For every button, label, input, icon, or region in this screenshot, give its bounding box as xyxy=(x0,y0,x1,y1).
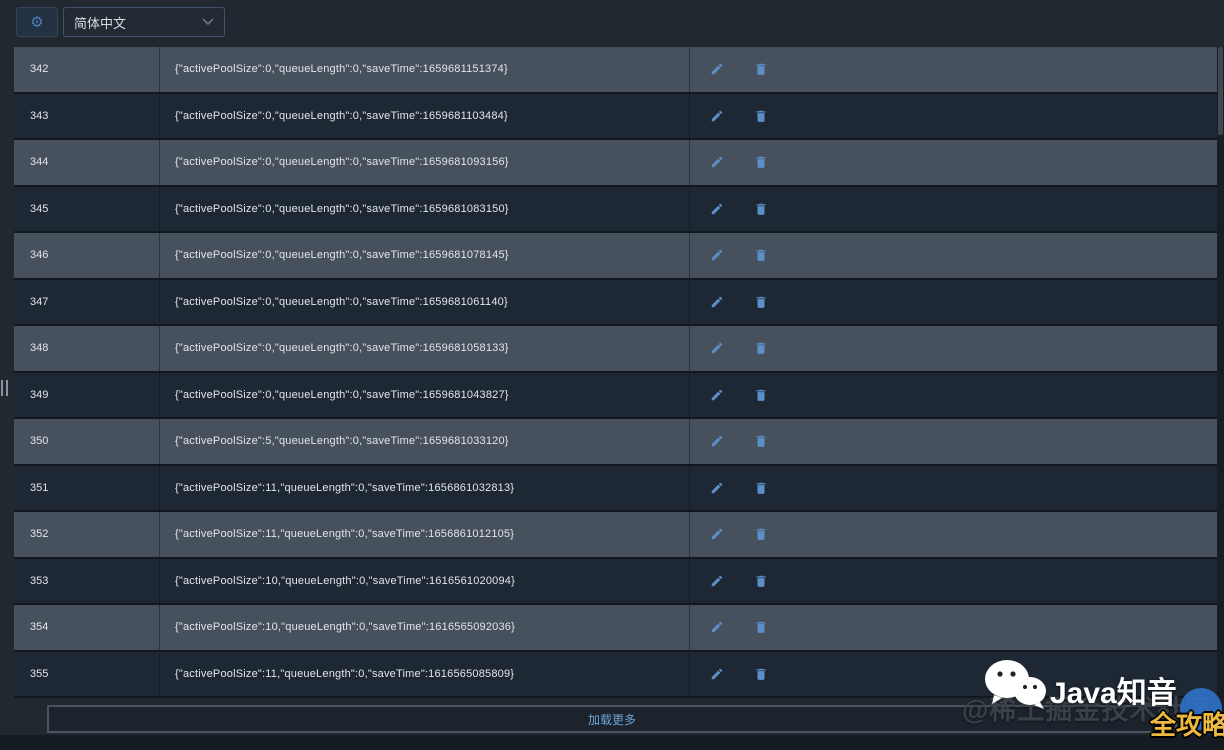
row-actions-cell xyxy=(690,419,1217,464)
row-actions-cell xyxy=(690,140,1217,185)
row-actions-cell xyxy=(690,326,1217,371)
row-actions-cell xyxy=(690,512,1217,557)
row-payload-cell: {"activePoolSize":0,"queueLength":0,"sav… xyxy=(160,326,690,371)
table-row: 352 {"activePoolSize":11,"queueLength":0… xyxy=(14,512,1217,559)
row-payload-cell: {"activePoolSize":11,"queueLength":0,"sa… xyxy=(160,466,690,511)
row-id-cell: 351 xyxy=(14,466,160,511)
row-payload-cell: {"activePoolSize":0,"queueLength":0,"sav… xyxy=(160,140,690,185)
edit-icon[interactable] xyxy=(710,667,724,681)
panel-resize-handle[interactable] xyxy=(1,378,9,398)
scrollbar-thumb[interactable] xyxy=(1218,47,1223,135)
edit-icon[interactable] xyxy=(710,341,724,355)
table-row: 344 {"activePoolSize":0,"queueLength":0,… xyxy=(14,140,1217,187)
table-row: 342 {"activePoolSize":0,"queueLength":0,… xyxy=(14,47,1217,94)
table-row: 348 {"activePoolSize":0,"queueLength":0,… xyxy=(14,326,1217,373)
row-actions-cell xyxy=(690,559,1217,604)
row-payload-cell: {"activePoolSize":10,"queueLength":0,"sa… xyxy=(160,559,690,604)
delete-icon[interactable] xyxy=(754,620,768,634)
edit-icon[interactable] xyxy=(710,62,724,76)
row-actions-cell xyxy=(690,373,1217,418)
row-payload-cell: {"activePoolSize":11,"queueLength":0,"sa… xyxy=(160,652,690,697)
delete-icon[interactable] xyxy=(754,341,768,355)
edit-icon[interactable] xyxy=(710,388,724,402)
delete-icon[interactable] xyxy=(754,155,768,169)
table-row: 349 {"activePoolSize":0,"queueLength":0,… xyxy=(14,373,1217,420)
row-actions-cell xyxy=(690,466,1217,511)
load-more-label: 加载更多 xyxy=(588,711,636,728)
row-actions-cell xyxy=(690,605,1217,650)
row-id-cell: 343 xyxy=(14,94,160,139)
row-id-cell: 344 xyxy=(14,140,160,185)
toolbar: ⚙ 简体中文 xyxy=(16,7,225,37)
row-id-cell: 345 xyxy=(14,187,160,232)
row-id-cell: 342 xyxy=(14,47,160,92)
row-payload-cell: {"activePoolSize":0,"queueLength":0,"sav… xyxy=(160,280,690,325)
delete-icon[interactable] xyxy=(754,248,768,262)
load-more-button[interactable]: 加载更多 xyxy=(47,705,1177,733)
delete-icon[interactable] xyxy=(754,295,768,309)
row-id-cell: 348 xyxy=(14,326,160,371)
edit-icon[interactable] xyxy=(710,574,724,588)
row-id-cell: 353 xyxy=(14,559,160,604)
edit-icon[interactable] xyxy=(710,109,724,123)
table-row: 346 {"activePoolSize":0,"queueLength":0,… xyxy=(14,233,1217,280)
delete-icon[interactable] xyxy=(754,574,768,588)
scrollbar-track[interactable] xyxy=(1217,47,1224,733)
table-row: 350 {"activePoolSize":5,"queueLength":0,… xyxy=(14,419,1217,466)
row-actions-cell xyxy=(690,280,1217,325)
table-row: 354 {"activePoolSize":10,"queueLength":0… xyxy=(14,605,1217,652)
table-row: 343 {"activePoolSize":0,"queueLength":0,… xyxy=(14,94,1217,141)
language-select[interactable]: 简体中文 xyxy=(63,7,225,37)
row-payload-cell: {"activePoolSize":10,"queueLength":0,"sa… xyxy=(160,605,690,650)
settings-button[interactable]: ⚙ xyxy=(16,7,58,37)
table-row: 347 {"activePoolSize":0,"queueLength":0,… xyxy=(14,280,1217,327)
data-table: 342 {"activePoolSize":0,"queueLength":0,… xyxy=(14,47,1217,698)
delete-icon[interactable] xyxy=(754,527,768,541)
row-id-cell: 347 xyxy=(14,280,160,325)
row-payload-cell: {"activePoolSize":0,"queueLength":0,"sav… xyxy=(160,47,690,92)
delete-icon[interactable] xyxy=(754,388,768,402)
bottom-band xyxy=(0,735,1224,750)
delete-icon[interactable] xyxy=(754,481,768,495)
row-payload-cell: {"activePoolSize":0,"queueLength":0,"sav… xyxy=(160,94,690,139)
gear-icon: ⚙ xyxy=(30,15,43,30)
row-id-cell: 350 xyxy=(14,419,160,464)
edit-icon[interactable] xyxy=(710,202,724,216)
row-actions-cell xyxy=(690,652,1217,697)
row-actions-cell xyxy=(690,47,1217,92)
delete-icon[interactable] xyxy=(754,667,768,681)
row-actions-cell xyxy=(690,233,1217,278)
row-payload-cell: {"activePoolSize":11,"queueLength":0,"sa… xyxy=(160,512,690,557)
row-payload-cell: {"activePoolSize":5,"queueLength":0,"sav… xyxy=(160,419,690,464)
table-row: 353 {"activePoolSize":10,"queueLength":0… xyxy=(14,559,1217,606)
row-id-cell: 346 xyxy=(14,233,160,278)
row-id-cell: 354 xyxy=(14,605,160,650)
row-actions-cell xyxy=(690,94,1217,139)
language-select-value: 简体中文 xyxy=(74,13,202,32)
delete-icon[interactable] xyxy=(754,109,768,123)
edit-icon[interactable] xyxy=(710,434,724,448)
row-id-cell: 355 xyxy=(14,652,160,697)
edit-icon[interactable] xyxy=(710,295,724,309)
chevron-down-icon xyxy=(202,13,214,31)
row-id-cell: 349 xyxy=(14,373,160,418)
edit-icon[interactable] xyxy=(710,248,724,262)
delete-icon[interactable] xyxy=(754,434,768,448)
table-row: 351 {"activePoolSize":11,"queueLength":0… xyxy=(14,466,1217,513)
row-id-cell: 352 xyxy=(14,512,160,557)
edit-icon[interactable] xyxy=(710,527,724,541)
row-actions-cell xyxy=(690,187,1217,232)
row-payload-cell: {"activePoolSize":0,"queueLength":0,"sav… xyxy=(160,233,690,278)
table-row: 355 {"activePoolSize":11,"queueLength":0… xyxy=(14,652,1217,699)
row-payload-cell: {"activePoolSize":0,"queueLength":0,"sav… xyxy=(160,187,690,232)
edit-icon[interactable] xyxy=(710,155,724,169)
edit-icon[interactable] xyxy=(710,620,724,634)
edit-icon[interactable] xyxy=(710,481,724,495)
delete-icon[interactable] xyxy=(754,202,768,216)
delete-icon[interactable] xyxy=(754,62,768,76)
table-row: 345 {"activePoolSize":0,"queueLength":0,… xyxy=(14,187,1217,234)
row-payload-cell: {"activePoolSize":0,"queueLength":0,"sav… xyxy=(160,373,690,418)
